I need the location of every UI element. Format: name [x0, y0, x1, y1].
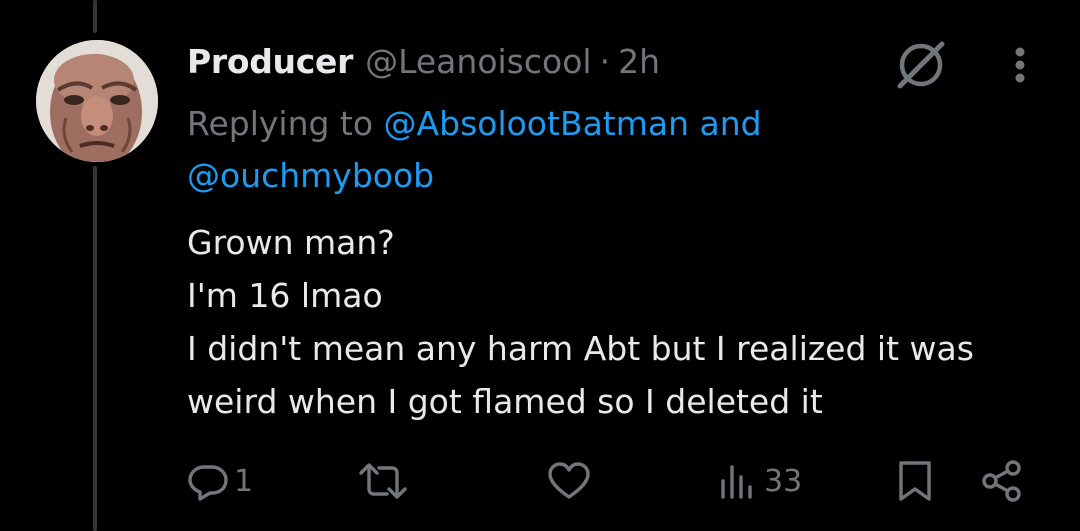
tweet-text-line: weird when I got flamed so I deleted it: [187, 382, 823, 421]
more-vertical-icon[interactable]: [1003, 40, 1037, 90]
like-button[interactable]: [546, 452, 596, 510]
author-display-name[interactable]: Producer: [187, 42, 353, 81]
bookmark-button[interactable]: [893, 452, 937, 510]
views-bar-icon: [716, 459, 760, 503]
share-button[interactable]: [979, 452, 1025, 510]
mention-link[interactable]: @ouchmyboob: [187, 156, 434, 195]
avatar[interactable]: [36, 40, 158, 162]
reply-icon: [186, 459, 230, 503]
repost-icon: [355, 459, 411, 503]
share-icon: [979, 458, 1025, 504]
grok-icon[interactable]: [892, 36, 950, 94]
author-handle[interactable]: @Leanoiscool: [365, 42, 592, 81]
repost-button[interactable]: [355, 452, 415, 510]
replying-and[interactable]: and: [700, 104, 762, 143]
views-button[interactable]: 33: [716, 452, 802, 510]
tweet-timestamp[interactable]: 2h: [618, 42, 660, 81]
reply-button[interactable]: 1: [186, 452, 253, 510]
tweet-text: Grown man? I'm 16 lmao I didn't mean any…: [187, 216, 1057, 428]
thread-line-top: [93, 0, 97, 33]
replying-to: Replying to @AbsolootBatman and @ouchmyb…: [187, 98, 887, 202]
tweet-text-line: Grown man?: [187, 223, 395, 262]
reply-count: 1: [234, 463, 254, 499]
mention-link[interactable]: @AbsolootBatman: [384, 104, 689, 143]
action-bar: 1 33: [0, 452, 1080, 510]
tweet-text-line: I didn't mean any harm Abt but I realize…: [187, 329, 974, 368]
heart-icon: [546, 459, 592, 503]
bookmark-icon: [893, 459, 937, 503]
view-count: 33: [764, 463, 803, 499]
replying-prefix: Replying to: [187, 104, 374, 143]
tweet-text-line: I'm 16 lmao: [187, 276, 383, 315]
tweet-header: Producer @Leanoiscool · 2h: [187, 38, 660, 84]
header-separator: ·: [599, 41, 611, 81]
